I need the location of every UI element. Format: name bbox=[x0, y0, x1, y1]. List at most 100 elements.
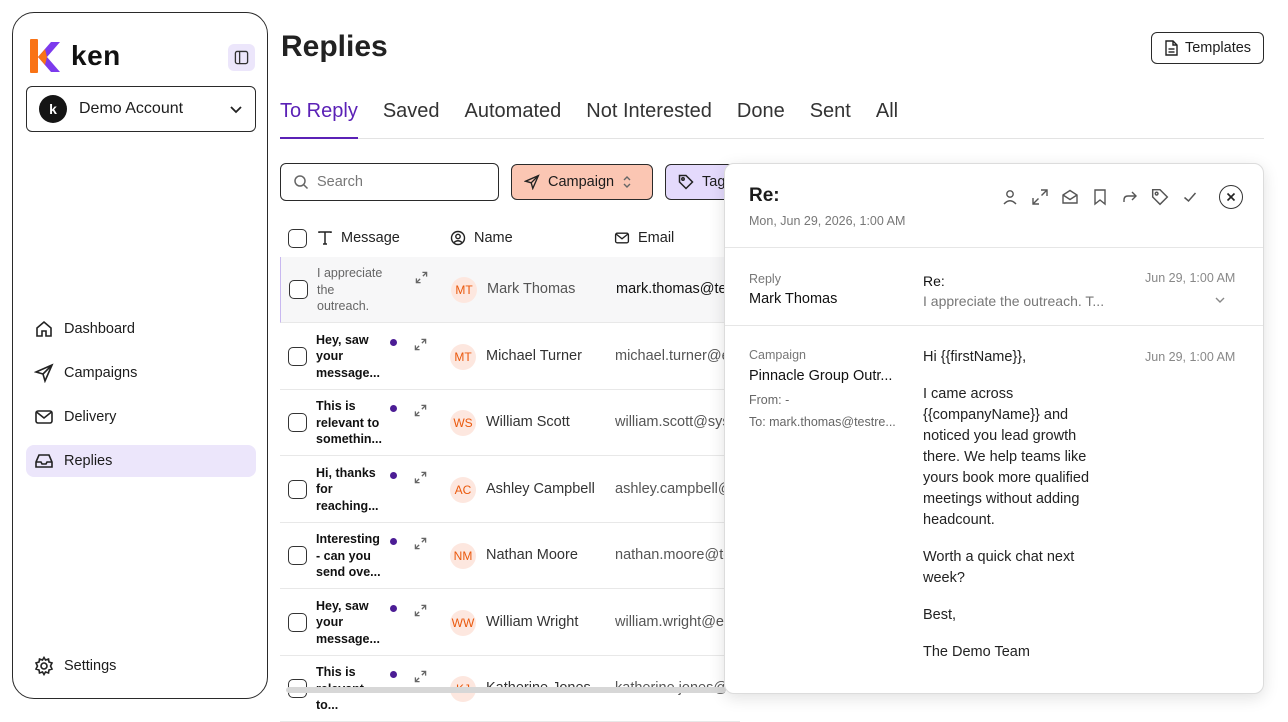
select-all-checkbox[interactable] bbox=[288, 228, 307, 248]
search-box[interactable] bbox=[280, 163, 499, 201]
expand-icon[interactable] bbox=[414, 338, 427, 351]
table-row[interactable]: Interesting - can you send ove... NM Natha… bbox=[280, 523, 740, 589]
message-preview: This is relevant to somethin... bbox=[316, 399, 382, 446]
row-checkbox[interactable] bbox=[288, 546, 307, 565]
send-icon bbox=[34, 363, 54, 383]
panel-date: Mon, Jun 29, 2026, 1:00 AM bbox=[749, 214, 906, 228]
sidebar-toggle-icon bbox=[234, 50, 249, 65]
contact-email: nathan.moore@testreply.com bbox=[615, 547, 735, 563]
body-paragraph: Worth a quick chat next week? bbox=[923, 549, 1075, 586]
inbox-icon bbox=[35, 454, 53, 468]
nav-item-delivery[interactable]: Delivery bbox=[26, 401, 256, 433]
contact-name: Mark Thomas bbox=[487, 281, 576, 297]
account-switcher[interactable]: k Demo Account bbox=[26, 86, 256, 132]
bookmark-icon[interactable] bbox=[1091, 188, 1109, 206]
row-checkbox[interactable] bbox=[288, 479, 307, 499]
reply-sender: Mark Thomas bbox=[749, 291, 838, 307]
panel-title: Re: bbox=[749, 185, 780, 206]
nav-item-settings[interactable]: Settings bbox=[26, 650, 256, 682]
body-paragraph: The Demo Team bbox=[923, 644, 1030, 660]
nav-item-dashboard[interactable]: Dashboard bbox=[26, 313, 256, 345]
forward-icon[interactable] bbox=[1121, 188, 1139, 206]
check-icon[interactable] bbox=[1181, 188, 1199, 206]
row-checkbox[interactable] bbox=[289, 280, 308, 299]
body-paragraph: Hi {{firstName}}, bbox=[923, 349, 1027, 365]
avatar: AC bbox=[450, 476, 476, 503]
message-preview: Hi, thanks for reaching... bbox=[316, 465, 379, 513]
avatar: WS bbox=[450, 410, 476, 436]
avatar: WW bbox=[450, 609, 476, 636]
table-row[interactable]: Hi, thanks for reaching... AC Ashley Campb… bbox=[280, 457, 740, 523]
text-icon bbox=[318, 231, 332, 245]
expand-icon[interactable] bbox=[414, 404, 427, 417]
tab-bar: To Reply Saved Automated Not Interested … bbox=[280, 98, 1264, 139]
mail-icon bbox=[35, 410, 53, 424]
row-checkbox[interactable] bbox=[288, 413, 307, 432]
search-input[interactable] bbox=[317, 174, 477, 190]
expand-icon[interactable] bbox=[414, 471, 427, 484]
reply-preview[interactable]: I appreciate the outreach. T... bbox=[923, 293, 1123, 309]
close-panel-button[interactable] bbox=[1219, 185, 1243, 209]
contact-email: mark.thomas@testreply.com bbox=[616, 281, 736, 297]
table-row[interactable]: This is relevant to somethin... WS William… bbox=[280, 390, 740, 456]
contact-name: Michael Turner bbox=[486, 347, 582, 364]
table-row[interactable]: Hey, saw your message... WW William Wright… bbox=[280, 590, 740, 656]
contact-email: william.scott@sysco.com bbox=[615, 414, 735, 430]
tab-to-reply[interactable]: To Reply bbox=[280, 98, 358, 139]
tab-saved[interactable]: Saved bbox=[383, 98, 440, 139]
unread-dot bbox=[390, 405, 397, 412]
campaign-filter[interactable]: Campaign bbox=[511, 164, 653, 200]
unread-dot bbox=[390, 604, 397, 612]
tab-automated[interactable]: Automated bbox=[465, 98, 562, 139]
tag-filter-label: Tag bbox=[702, 174, 726, 190]
chevron-down-icon bbox=[230, 106, 242, 114]
main-content: Replies Templates To Reply Saved Automat… bbox=[280, 0, 1265, 722]
user-icon[interactable] bbox=[1001, 188, 1019, 206]
unread-dot bbox=[390, 338, 397, 346]
mail-open-icon[interactable] bbox=[1061, 188, 1079, 206]
column-header-message[interactable]: Message bbox=[317, 228, 400, 248]
contact-email: michael.turner@example.com bbox=[615, 347, 735, 364]
nav-item-replies[interactable]: Replies bbox=[26, 445, 256, 477]
column-header-email[interactable]: Email bbox=[614, 228, 674, 248]
chevron-updown-icon bbox=[623, 176, 631, 188]
tab-done[interactable]: Done bbox=[737, 98, 785, 139]
table-row[interactable]: Hey, saw your message... MT Michael Turner… bbox=[280, 324, 740, 390]
expand-icon[interactable] bbox=[414, 670, 427, 683]
row-checkbox[interactable] bbox=[288, 612, 307, 632]
campaign-name[interactable]: Pinnacle Group Outr... bbox=[749, 368, 909, 384]
campaign-from: From: - bbox=[749, 393, 790, 407]
tab-not-interested[interactable]: Not Interested bbox=[586, 98, 712, 139]
row-checkbox[interactable] bbox=[288, 346, 307, 366]
collapse-sidebar-button[interactable] bbox=[228, 44, 255, 71]
tab-sent[interactable]: Sent bbox=[810, 98, 851, 139]
unread-dot bbox=[390, 538, 397, 545]
expand-icon[interactable] bbox=[414, 537, 427, 550]
expand-icon[interactable] bbox=[414, 604, 427, 617]
panel-toolbar bbox=[1001, 185, 1243, 209]
user-circle-icon bbox=[450, 230, 466, 246]
column-header-name[interactable]: Name bbox=[450, 228, 513, 248]
message-preview: Hey, saw your message... bbox=[316, 332, 380, 380]
contact-name: Nathan Moore bbox=[486, 547, 578, 563]
templates-button[interactable]: Templates bbox=[1151, 32, 1264, 64]
campaign-label: Campaign bbox=[749, 348, 806, 362]
unread-dot bbox=[390, 671, 397, 678]
campaign-filter-label: Campaign bbox=[548, 174, 615, 190]
chevron-down-icon[interactable] bbox=[1214, 295, 1226, 305]
gear-icon bbox=[34, 656, 54, 676]
tab-all[interactable]: All bbox=[876, 98, 898, 139]
logo[interactable]: ken bbox=[29, 39, 121, 73]
tag-icon[interactable] bbox=[1151, 188, 1169, 206]
table-row[interactable]: I appreciate the outreach. This actuall.… bbox=[280, 257, 740, 323]
message-preview: I appreciate the outreach. This actuall.… bbox=[317, 266, 383, 313]
horizontal-scrollbar[interactable] bbox=[286, 687, 726, 693]
avatar: MT bbox=[451, 277, 477, 303]
expand-icon[interactable] bbox=[1031, 188, 1049, 206]
expand-icon[interactable] bbox=[415, 271, 428, 284]
nav-label: Delivery bbox=[64, 409, 117, 425]
nav-item-campaigns[interactable]: Campaigns bbox=[26, 357, 256, 389]
reply-label: Reply bbox=[749, 272, 781, 286]
mail-icon bbox=[614, 232, 630, 244]
sidebar: ken k Demo Account Dashboard Campaigns D… bbox=[12, 12, 268, 699]
